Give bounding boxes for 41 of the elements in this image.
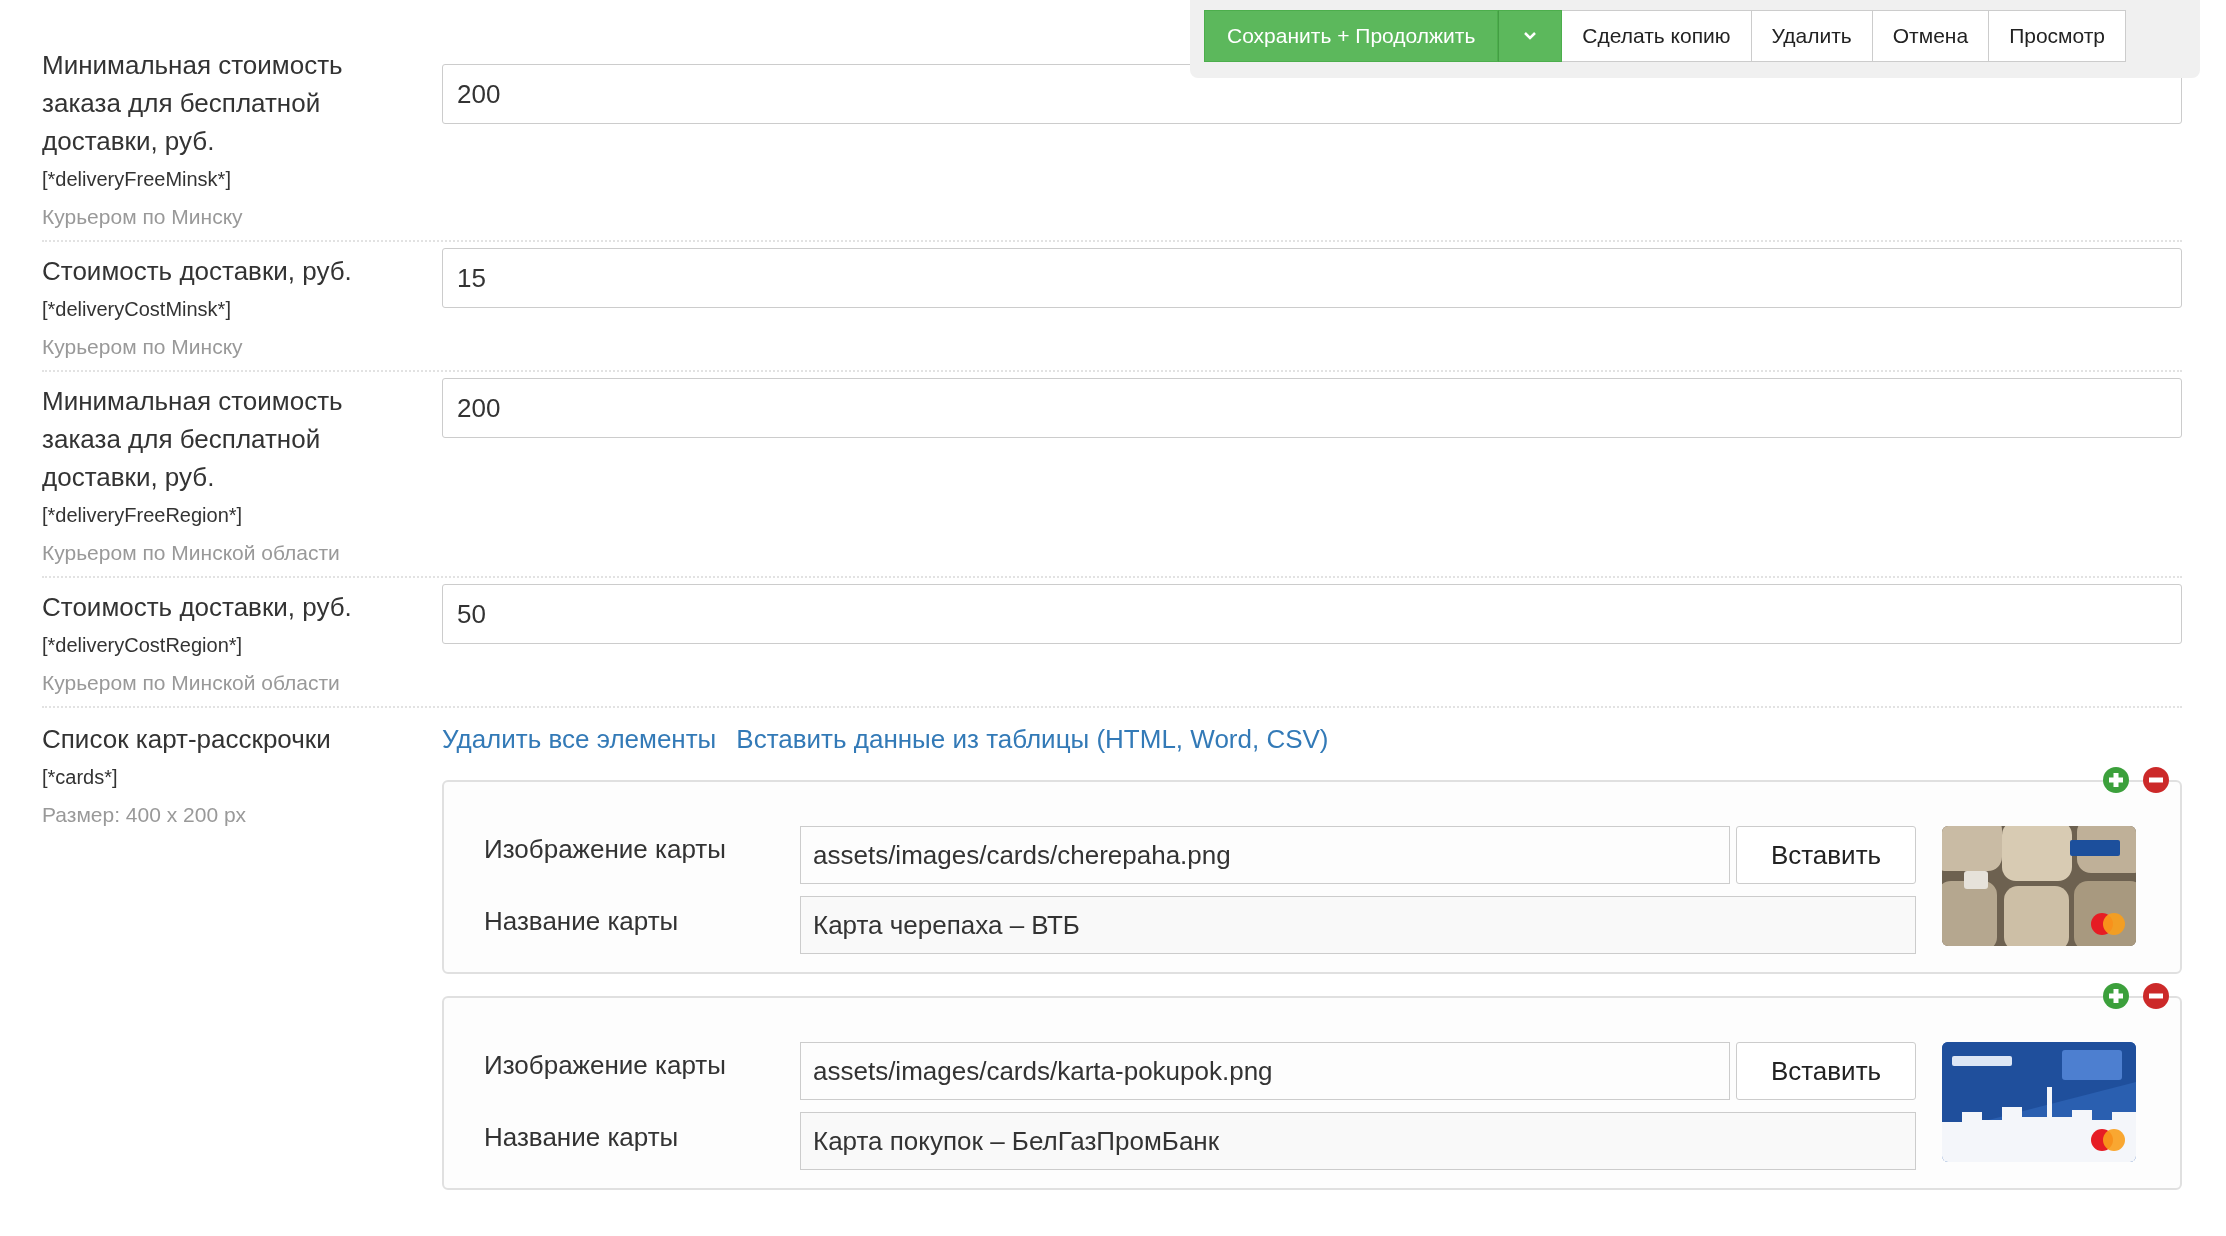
field-note: Курьером по Минску	[42, 204, 244, 230]
field-note: Курьером по Минской области	[42, 540, 341, 566]
field-label: Стоимость доставки, руб.	[42, 255, 353, 288]
image-path-input[interactable]: assets/images/cards/karta-pokupok.png	[800, 1042, 1730, 1100]
caret-icon	[1522, 31, 1539, 41]
card-name-input[interactable]: Карта черепаха – ВТБ	[800, 896, 1916, 954]
card-name-input[interactable]: Карта покупок – БелГазПромБанк	[800, 1112, 1916, 1170]
image-path-input[interactable]: assets/images/cards/cherepaha.png	[800, 826, 1730, 884]
field-key: [*deliveryCostRegion*]	[42, 626, 442, 664]
field-note: Курьером по Минской области	[42, 670, 341, 696]
field-label: Минимальная стоимость заказа для бесплатной доставки, руб.	[42, 49, 344, 158]
field-key: [*deliveryFreeMinsk*]	[42, 160, 442, 198]
action-link[interactable]: Удалить все элементы	[442, 720, 717, 758]
item-label: Изображение карты	[484, 1049, 727, 1082]
dropdown-toggle[interactable]	[1498, 10, 1563, 62]
item-label: Название карты	[484, 905, 680, 938]
remove-icon[interactable]	[2142, 982, 2170, 1010]
remove-icon[interactable]	[2142, 766, 2170, 794]
field-key: [*cards*]	[42, 758, 442, 796]
toolbar-button[interactable]: Удалить	[1751, 10, 1873, 62]
text-input[interactable]: 50	[442, 584, 2182, 644]
field-key: [*deliveryCostMinsk*]	[42, 290, 442, 328]
toolbar-button[interactable]: Просмотр	[1989, 10, 2127, 62]
field-key: [*deliveryFreeRegion*]	[42, 496, 442, 534]
add-icon[interactable]	[2102, 982, 2130, 1010]
action-link[interactable]: Вставить данные из таблицы (HTML, Word, CSV)	[736, 720, 1329, 758]
item-label: Название карты	[484, 1121, 680, 1154]
toolbar-button[interactable]: Сделать копию	[1562, 10, 1752, 62]
insert-button[interactable]: Вставить	[1736, 1042, 1916, 1100]
item-label: Изображение карты	[484, 833, 727, 866]
text-input[interactable]: 200	[442, 378, 2182, 438]
field-label: Список карт-расскрочки	[42, 723, 332, 756]
add-icon[interactable]	[2102, 766, 2130, 794]
field-note: Размер: 400 x 200 px	[42, 802, 248, 828]
text-input[interactable]: 200	[442, 64, 2182, 124]
text-input[interactable]: 15	[442, 248, 2182, 308]
insert-button[interactable]: Вставить	[1736, 826, 1916, 884]
field-label: Стоимость доставки, руб.	[42, 591, 353, 624]
field-label: Минимальная стоимость заказа для бесплатной доставки, руб.	[42, 385, 344, 494]
toolbar-button[interactable]: Отмена	[1872, 10, 1990, 62]
field-note: Курьером по Минску	[42, 334, 244, 360]
